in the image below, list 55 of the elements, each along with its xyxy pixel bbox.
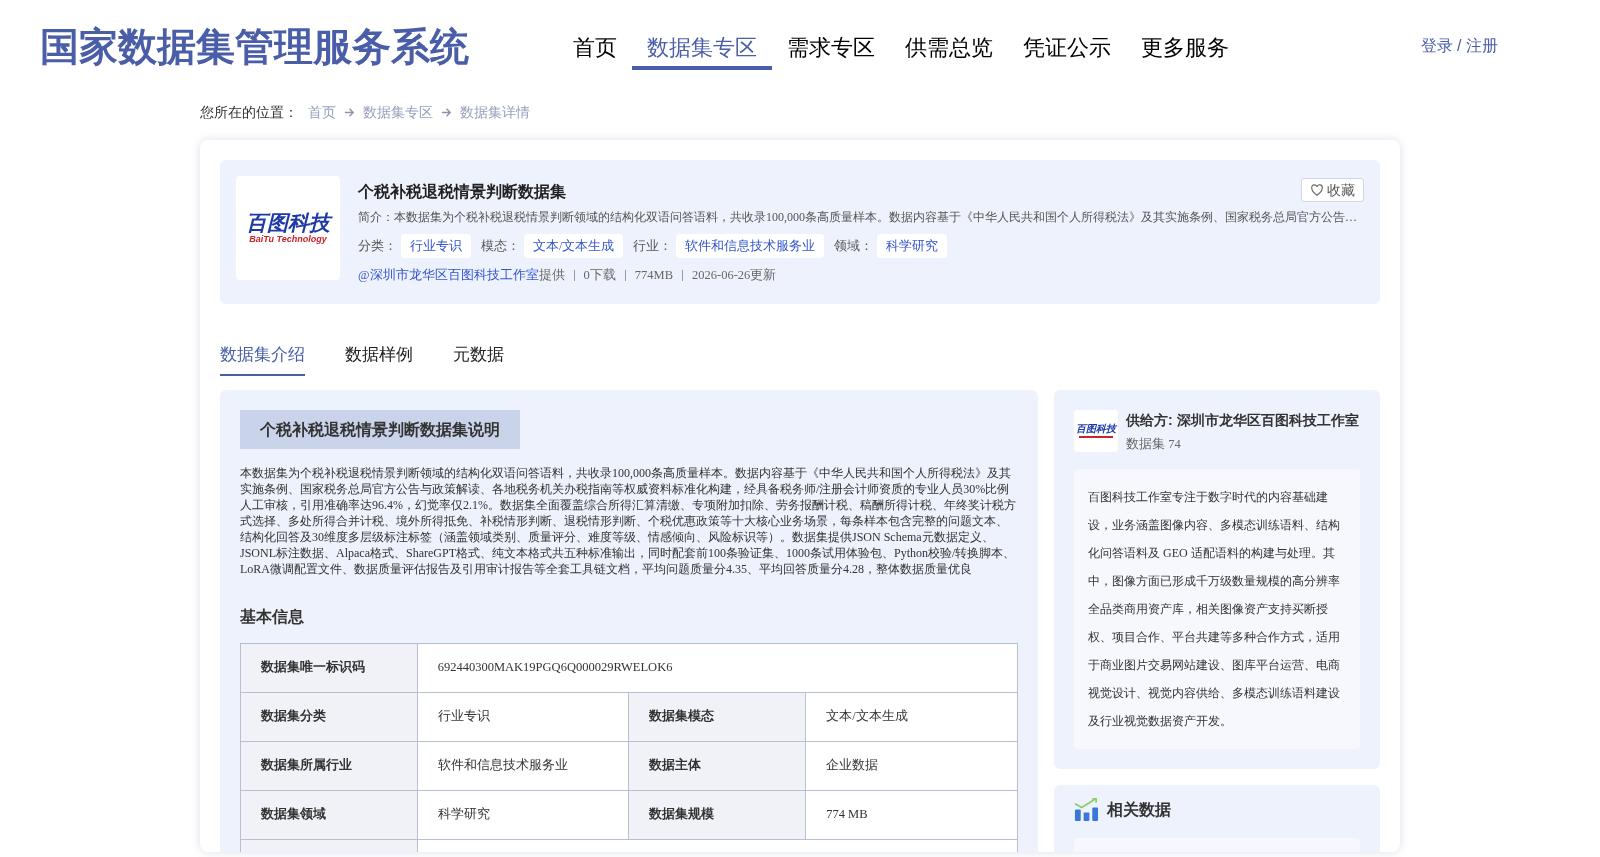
- site-title: 国家数据集管理服务系统: [40, 26, 470, 66]
- provider-link[interactable]: @深圳市龙华区百图科技工作室: [358, 266, 539, 285]
- dataset-count: 数据集 74: [1126, 435, 1182, 453]
- tag: 行业专识: [401, 234, 471, 258]
- section-heading: 基本信息: [240, 606, 305, 627]
- tag-label: 模态：: [481, 237, 520, 255]
- provider-suffix: 提供: [538, 267, 565, 284]
- meta-text: 774MB: [634, 267, 673, 284]
- field-value: 文本/文本生成: [805, 692, 1018, 741]
- meta-text: 0下载: [583, 267, 616, 284]
- tag: 软件和信息技术服务业: [676, 234, 825, 258]
- field-value: 774 MB: [805, 790, 1018, 839]
- field-label: 数据集唯一标识码: [240, 643, 418, 692]
- field-label: 数据集规模: [628, 790, 806, 839]
- nav-tab[interactable]: 首页: [558, 22, 632, 70]
- field-label: 数据集领域: [240, 790, 418, 839]
- intro-paragraph: 本数据集为个税补税退税情景判断领域的结构化双语问答语料，共收录100,000条高质量样本。数据内容基于《中华人民共和国个人所得税法》及其实施条例、国家税务总局官方公告与政策解读、各地税务机关办税指南等权威资料标准化构建，经具备税务师/注册会计师资质的专业人员30%比例人工审核，引用准确率达96.4%，幻觉率仅2.1%。数据集全面覆盖综合所得汇算清缴、专项附加扣除、劳务报酬计税、稿酬所得计税、年终奖计税方式选择、多处所得合并计税、境外所得抵免、补税情形判断、退税情形判断、个税优惠政策等十大核心业务场景，每条样本包含完整的问题文本、结构化回答及30维度多层级标注标签（涵盖领域类别、质量评分、难度等级、情感倾向、风险标识等）。数据集提供JSON Schema元数据定义、JSONL标注数据、Alpaca格式、ShareGPT格式、纯文本格式共五种标准输出，同时配套前100条验证集、1000条试用体验包、Python校验/转换脚本、LoRA微调配置文件、数据质量评估报告及引用审计报告等全套工具链文档，平均问题质量分4.35、平均回答质量分4.28，整体数据质量优良: [240, 464, 1017, 577]
- field-value: 软件和信息技术服务业: [417, 741, 629, 790]
- field-value: 行业专识: [417, 692, 629, 741]
- bar-chart-icon: [1074, 797, 1099, 823]
- company-logo: 百图科技 BaiTu Technology: [236, 176, 340, 280]
- login-link[interactable]: 登录 / 注册: [1420, 34, 1498, 58]
- nav-tab[interactable]: 凭证公示: [1008, 22, 1126, 70]
- arrow-icon: [344, 106, 355, 118]
- field-value: 企业数据: [805, 741, 1018, 790]
- dataset-summary: 简介：本数据集为个税补税退税情景判断领域的结构化双语问答语料，共收录100,000条高质量样本。数据内容基于《中华人民共和国个人所得税法》及其实施条例、国家税务总局官方公告…: [358, 209, 1358, 226]
- heart-icon: [1310, 183, 1324, 197]
- field-label: 数据集分类: [240, 692, 418, 741]
- tag-label: 领域：: [834, 237, 874, 255]
- company-logo: 百图科技: [1074, 410, 1118, 453]
- favorite-button[interactable]: 收藏: [1301, 178, 1364, 202]
- content-tab[interactable]: 元数据: [453, 342, 504, 376]
- provider-description: 百图科技工作室专注于数字时代的内容基础建设，业务涵盖图像内容、多模态训练语料、结构化问答语料及 GEO 适配语料的构建与处理。其中，图像方面已形成千万级数量规模的高分辨率全品类商用资产库，相关图像资产支持买断授权、项目合作、平台共建等多种合作方式，适用于商业图片交易网站建设、图库平台运营、电商视觉设计、视觉内容供给、多模态训练语料建设及行业视觉数据资产开发。: [1088, 489, 1341, 731]
- tag: 科学研究: [877, 234, 948, 258]
- tag-label: 行业：: [633, 237, 673, 255]
- nav-tab[interactable]: 更多服务: [1126, 22, 1244, 70]
- nav-tab[interactable]: 供需总览: [890, 22, 1008, 70]
- field-value: 科学研究: [417, 790, 629, 839]
- arrow-icon: [441, 106, 452, 118]
- meta-text: 2026-06-26更新: [691, 267, 777, 284]
- field-label: 数据主体: [628, 741, 806, 790]
- dataset-title: 个税补税退税情景判断数据集: [358, 182, 566, 202]
- content-tab[interactable]: 数据样例: [345, 342, 413, 376]
- field-label: 数据集模态: [628, 692, 806, 741]
- intro-heading: 个税补税退税情景判断数据集说明: [240, 409, 520, 449]
- related-heading: 相关数据: [1107, 799, 1171, 820]
- field-label: 数据集所属行业: [240, 741, 418, 790]
- nav-tab[interactable]: 数据集专区: [632, 22, 772, 70]
- content-tab[interactable]: 数据集介绍: [220, 342, 305, 376]
- field-value: 692440300MAK19PGQ6Q000029RWELOK6: [417, 643, 1018, 692]
- tag: 文本/文本生成: [524, 234, 624, 258]
- nav-tab[interactable]: 需求专区: [772, 22, 890, 70]
- tag-label: 分类：: [358, 237, 397, 255]
- breadcrumb-label: 您所在的位置：: [200, 103, 298, 122]
- provider-name: 供给方: 深圳市龙华区百图科技工作室: [1126, 410, 1359, 430]
